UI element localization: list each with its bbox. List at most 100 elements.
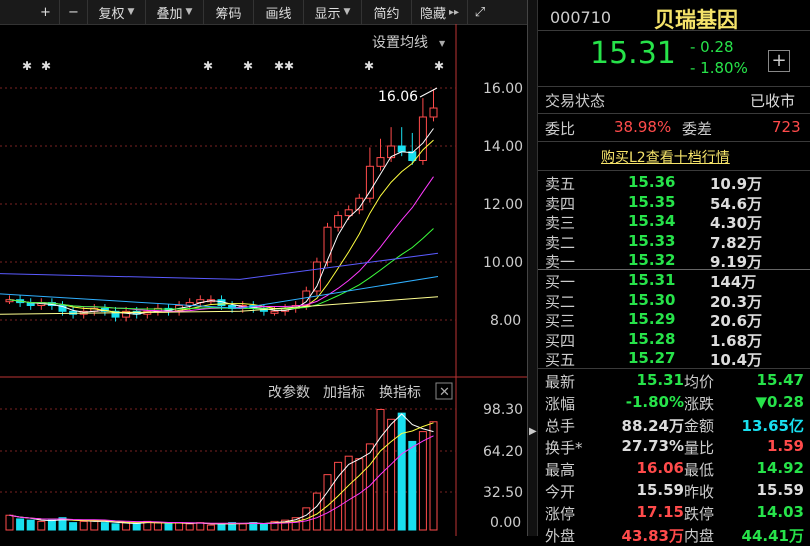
price-tick: 14.00	[483, 139, 523, 155]
star-icon: ✱	[364, 59, 374, 73]
stat-label: 量比	[684, 439, 715, 457]
moving-average-lines	[0, 128, 439, 315]
volume-bar	[196, 522, 205, 531]
divider	[538, 113, 810, 114]
bid-row[interactable]: 买三 15.29 20.6万	[538, 310, 810, 330]
level-volume: 54.6万	[710, 194, 763, 213]
stat-label: 均价	[684, 373, 715, 391]
change-params-button[interactable]: 改参数	[268, 384, 310, 401]
overlay-label: 叠加	[156, 6, 183, 22]
stat-value: 1.59	[766, 437, 804, 455]
stock-code: 000710	[550, 8, 612, 27]
draw-line-button[interactable]: 画线	[254, 0, 304, 24]
volume-bar	[408, 440, 417, 531]
bid-row[interactable]: 买四 15.28 1.68万	[538, 330, 810, 350]
price-change-pct: - 1.80%	[690, 59, 748, 77]
stat-value: 88.24万	[621, 417, 684, 435]
volume-bar	[79, 520, 88, 531]
zoom-out-button[interactable]: −	[60, 0, 88, 24]
level-price: 15.33	[628, 231, 676, 250]
level-volume: 20.6万	[710, 312, 763, 331]
volume-bar	[132, 523, 141, 531]
zoom-in-button[interactable]: +	[32, 0, 60, 24]
stat-label: 最新	[545, 373, 576, 391]
stat-value: 15.59	[756, 481, 804, 499]
stat-label: 涨幅	[545, 395, 576, 413]
volume-bar	[122, 522, 131, 531]
last-price: 15.31	[590, 36, 676, 71]
add-watchlist-button[interactable]: +	[768, 50, 790, 72]
fullscreen-icon[interactable]: ⤢	[468, 0, 492, 24]
trade-status-label: 交易状态	[545, 92, 606, 110]
chips-button[interactable]: 筹码	[204, 0, 254, 24]
stat-value: 15.31	[636, 371, 684, 389]
overlay-menu[interactable]: 叠加 ▼	[146, 0, 204, 24]
chevron-down-icon: ▼	[439, 39, 446, 48]
fuquan-menu[interactable]: 复权 ▼	[88, 0, 146, 24]
level-volume: 7.82万	[710, 233, 763, 252]
price-change: - 0.28	[690, 38, 734, 56]
divider	[538, 86, 810, 87]
kline-chart[interactable]: ✱ ✱ ✱ ✱ ✱ ✱ ✱ ✱ 16.06 16.00 14.00 12.00 10.0…	[0, 24, 527, 536]
star-icon: ✱	[434, 59, 444, 73]
star-icon: ✱	[203, 59, 213, 73]
bid-row[interactable]: 买五 15.27 10.4万	[538, 349, 810, 369]
candle	[376, 157, 385, 167]
volume-bar	[164, 523, 173, 531]
level-volume: 10.9万	[710, 175, 763, 193]
divider	[538, 368, 810, 369]
simple-button[interactable]: 简约	[362, 0, 412, 24]
stat-row: 换手* 27.73% 量比 1.59	[538, 437, 810, 457]
ask-row[interactable]: 卖四 15.35 54.6万	[538, 193, 810, 213]
price-tick: 8.00	[490, 313, 521, 329]
volume-bar	[206, 524, 215, 531]
volume-series	[5, 408, 438, 531]
stat-value: 14.92	[756, 459, 804, 477]
ask-row[interactable]: 卖三 15.34 4.30万	[538, 212, 810, 232]
ma-settings-button[interactable]: 设置均线	[372, 35, 428, 51]
divider	[538, 269, 810, 270]
bid-row[interactable]: 买一 15.31 144万	[538, 271, 810, 291]
candle	[429, 107, 438, 118]
stat-label: 最低	[684, 461, 715, 479]
vol-tick: 64.20	[483, 444, 523, 460]
add-indicator-button[interactable]: 加指标	[323, 385, 365, 401]
stat-row: 最高 16.06 最低 14.92	[538, 459, 810, 479]
vol-tick: 0.00	[490, 515, 521, 531]
stat-value: 27.73%	[621, 437, 684, 455]
candle	[365, 165, 374, 199]
stat-value: 17.15	[636, 503, 684, 521]
chevron-down-icon: ▼	[343, 7, 351, 17]
candle	[323, 226, 332, 263]
volume-bar	[418, 431, 427, 531]
fuquan-label: 复权	[98, 6, 125, 22]
ask-row[interactable]: 卖五 15.36 10.9万	[538, 173, 810, 193]
stat-label: 涨跌	[684, 395, 715, 413]
bid-row[interactable]: 买二 15.30 20.3万	[538, 291, 810, 311]
l2-purchase-link[interactable]: 购买L2查看十档行情	[601, 147, 730, 167]
level-label: 卖二	[545, 233, 576, 252]
hide-button[interactable]: 隐藏 ▸▸	[412, 0, 468, 24]
chevron-down-icon: ▼	[127, 7, 135, 17]
panel-collapse-handle[interactable]: ▶	[527, 0, 538, 536]
star-icon: ✱	[41, 59, 51, 73]
display-menu[interactable]: 显示 ▼	[304, 0, 362, 24]
high-pointer	[419, 87, 438, 98]
volume-bar	[376, 408, 385, 531]
star-icon: ✱	[243, 59, 253, 73]
price-tick: 10.00	[483, 255, 523, 271]
price-axis: 16.00 14.00 12.00 10.00 8.00	[483, 81, 523, 329]
stat-label: 今开	[545, 483, 576, 501]
display-label: 显示	[314, 6, 341, 22]
level-price: 15.31	[628, 271, 676, 289]
stat-label: 跌停	[684, 505, 715, 523]
weicha-label: 委差	[682, 120, 713, 138]
level-volume: 1.68万	[710, 331, 763, 350]
ask-row[interactable]: 卖二 15.33 7.82万	[538, 232, 810, 252]
stat-label: 金额	[684, 417, 715, 435]
level-label: 买二	[545, 292, 576, 311]
stat-row: 外盘 43.83万 内盘 44.41万	[538, 525, 810, 545]
switch-indicator-button[interactable]: 换指标	[379, 384, 421, 401]
volume-bar	[153, 522, 162, 531]
quote-panel: 000710 贝瑞基因 15.31 - 0.28 - 1.80% + 交易状态 …	[538, 0, 810, 545]
